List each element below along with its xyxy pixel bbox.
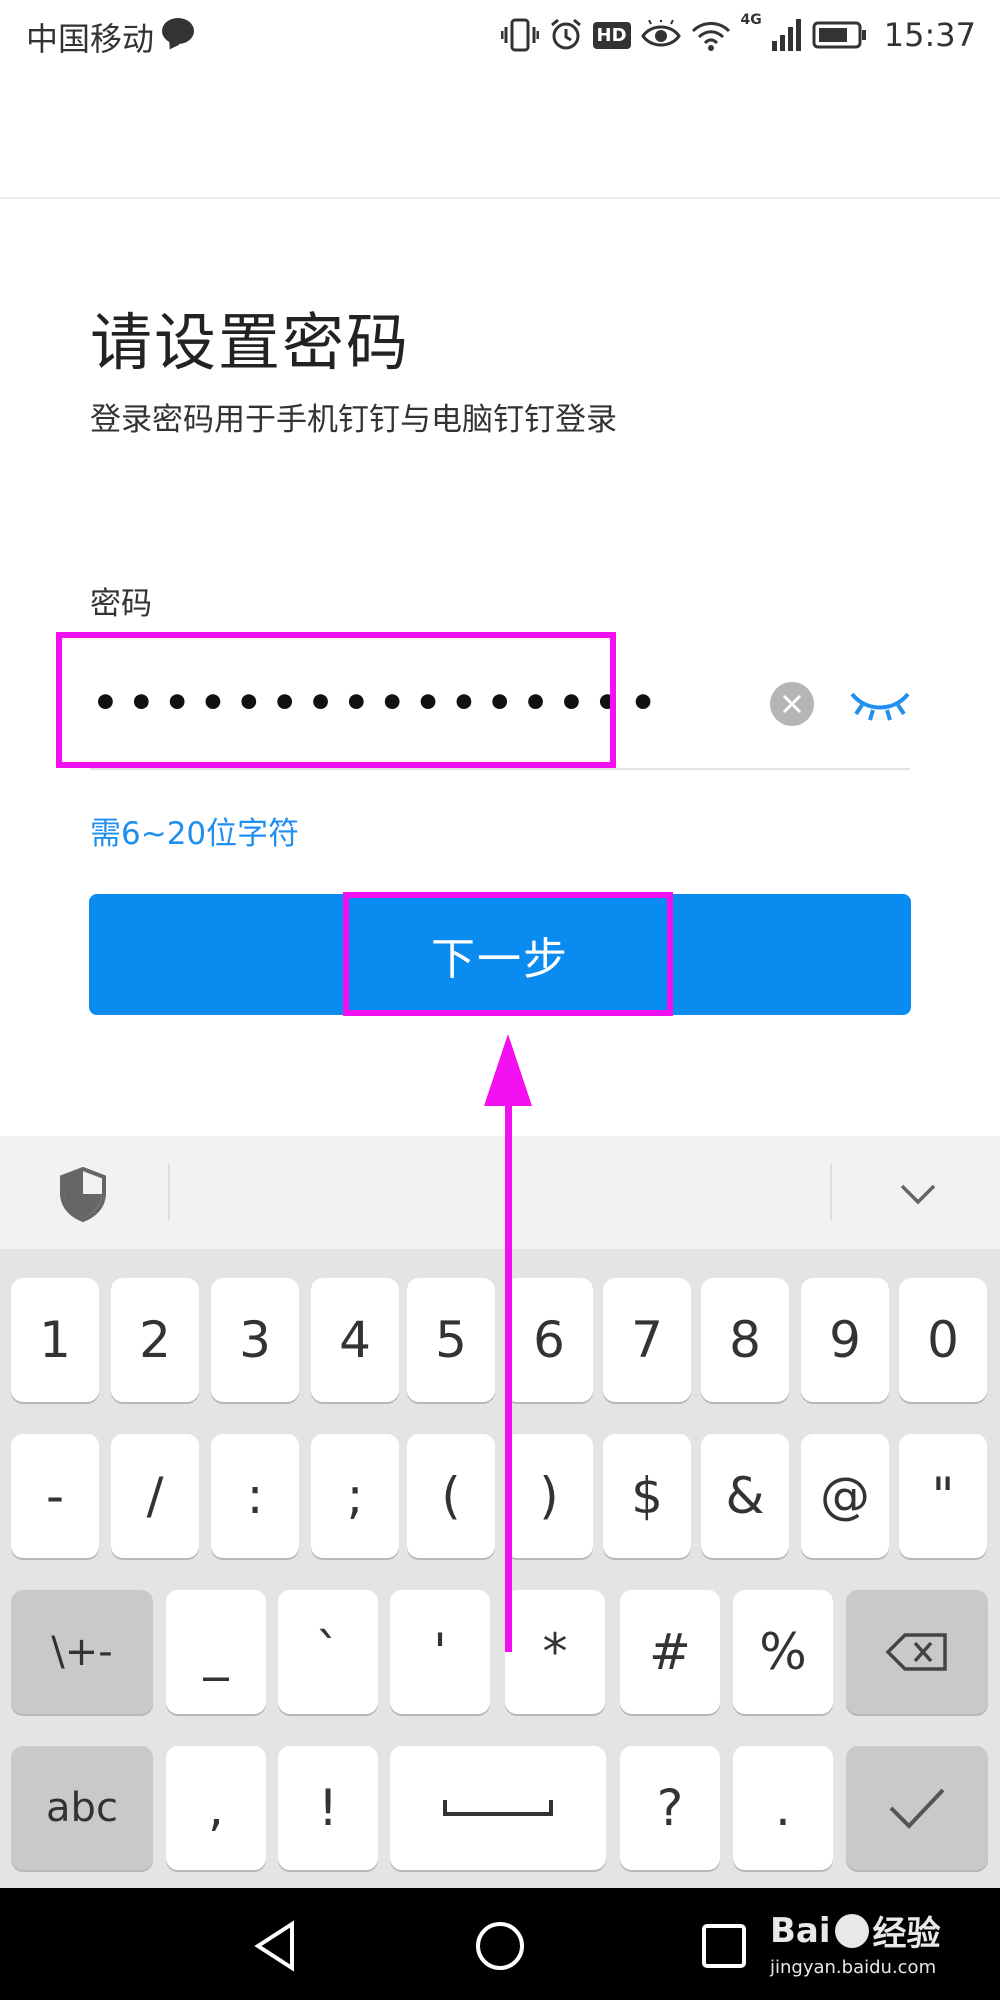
key[interactable]: : (211, 1434, 299, 1558)
symbol-toggle-key[interactable]: \+- (11, 1590, 153, 1714)
key[interactable]: 8 (701, 1278, 789, 1402)
signal-icon (771, 19, 801, 51)
hd-icon: HD (592, 21, 631, 49)
key[interactable]: , (166, 1746, 266, 1870)
keyboard-toolbar (0, 1136, 1000, 1250)
key[interactable]: * (505, 1590, 605, 1714)
key[interactable]: / (111, 1434, 199, 1558)
enter-key[interactable] (846, 1746, 988, 1870)
watermark: Bai 经验 jingyan.baidu.com (770, 1906, 941, 1979)
wifi-icon (691, 22, 730, 51)
password-label: 密码 (90, 586, 152, 622)
key[interactable]: % (733, 1590, 833, 1714)
carrier-name: 中国移动 (26, 20, 155, 58)
key[interactable]: 6 (505, 1278, 593, 1402)
status-bar: 中国移动 HD 4G 15:37 (0, 0, 1000, 70)
key[interactable]: 3 (211, 1278, 299, 1402)
back-icon[interactable] (246, 1916, 306, 1976)
recent-apps-icon[interactable] (694, 1916, 754, 1976)
checkmark-icon (889, 1788, 945, 1829)
key[interactable]: " (899, 1434, 987, 1558)
clear-icon[interactable] (770, 682, 814, 726)
home-icon[interactable] (470, 1916, 530, 1976)
abc-key[interactable]: abc (11, 1746, 153, 1870)
key[interactable]: # (620, 1590, 720, 1714)
keyboard: 1 2 3 4 5 6 7 8 9 0 - / : ; ( ) $ & @ " … (0, 1250, 1000, 1888)
key[interactable]: ! (278, 1746, 378, 1870)
key[interactable]: ' (390, 1590, 490, 1714)
watermark-logo: Bai 经验 (770, 1910, 941, 1955)
key[interactable]: 2 (111, 1278, 199, 1402)
annotation-highlight-password (56, 632, 616, 768)
shield-icon[interactable] (58, 1166, 108, 1222)
key[interactable]: _ (166, 1590, 266, 1714)
battery-icon (812, 21, 866, 49)
key[interactable]: ( (407, 1434, 495, 1558)
annotation-arrow (505, 1090, 512, 1652)
watermark-url: jingyan.baidu.com (770, 1957, 937, 1978)
key[interactable]: 1 (11, 1278, 99, 1402)
paw-icon (834, 1913, 869, 1948)
key[interactable]: @ (801, 1434, 889, 1558)
key[interactable]: ` (278, 1590, 378, 1714)
header-divider (0, 197, 1000, 199)
key[interactable]: & (701, 1434, 789, 1558)
key[interactable]: - (11, 1434, 99, 1558)
alarm-icon (550, 18, 581, 50)
toolbar-divider (830, 1164, 832, 1220)
annotation-highlight-next (343, 892, 673, 1016)
network-type: 4G (740, 12, 762, 28)
status-icons: HD 4G 15:37 (500, 10, 976, 60)
key[interactable]: ? (620, 1746, 720, 1870)
password-hint: 需6~20位字符 (90, 816, 300, 852)
key[interactable]: . (733, 1746, 833, 1870)
key[interactable]: 0 (899, 1278, 987, 1402)
key[interactable]: ; (311, 1434, 399, 1558)
key[interactable]: 9 (801, 1278, 889, 1402)
eye-closed-icon[interactable] (848, 680, 912, 730)
collapse-keyboard-icon[interactable] (898, 1174, 938, 1214)
backspace-icon (885, 1633, 947, 1671)
key[interactable]: $ (603, 1434, 691, 1558)
page-subtitle: 登录密码用于手机钉钉与电脑钉钉登录 (90, 402, 617, 438)
toolbar-divider (168, 1164, 170, 1220)
space-icon (443, 1800, 553, 1816)
page-title: 请设置密码 (90, 306, 411, 379)
key[interactable]: 4 (311, 1278, 399, 1402)
vibrate-icon (500, 18, 539, 52)
eye-comfort-icon (640, 20, 681, 47)
key[interactable]: 5 (407, 1278, 495, 1402)
clock: 15:37 (883, 16, 976, 54)
key[interactable]: 7 (603, 1278, 691, 1402)
message-icon (162, 18, 194, 44)
backspace-key[interactable] (846, 1590, 988, 1714)
space-key[interactable] (390, 1746, 606, 1870)
key[interactable]: ) (505, 1434, 593, 1558)
